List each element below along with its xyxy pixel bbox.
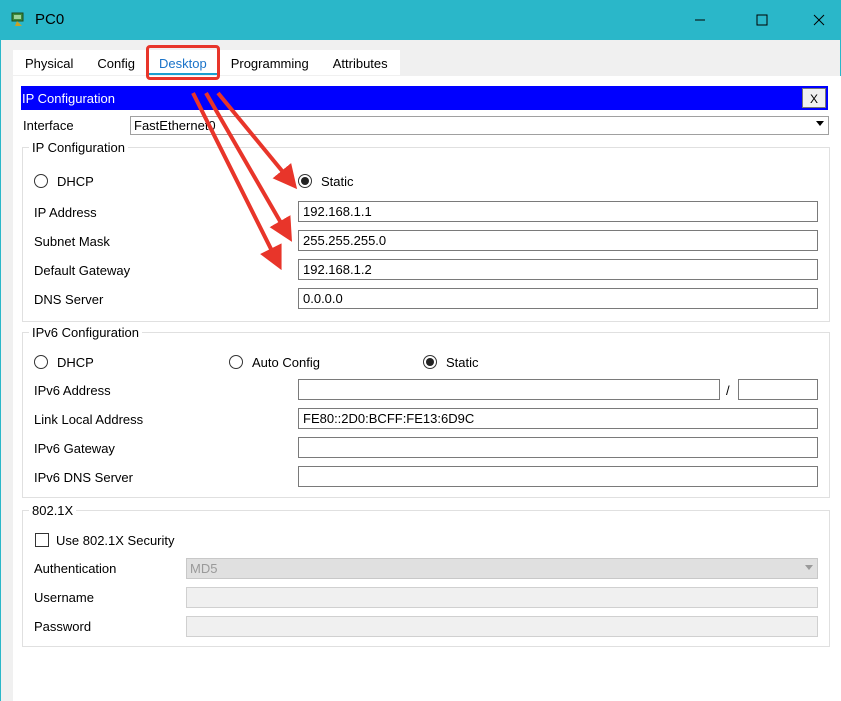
maximize-icon (756, 14, 768, 26)
dns-server-label: DNS Server (34, 292, 104, 307)
authentication-label: Authentication (34, 561, 117, 576)
ip-config-close-button[interactable]: X (802, 88, 826, 108)
link-local-label: Link Local Address (34, 412, 144, 427)
ipv4-static-label: Static (321, 174, 354, 189)
pc-app-icon (11, 12, 24, 26)
ip-config-header: IP Configuration X (21, 86, 828, 110)
title-bar: PC0 (0, 0, 841, 40)
password-label: Password (34, 619, 92, 634)
link-local-input[interactable]: FE80::2D0:BCFF:FE13:6D9C (298, 408, 818, 429)
password-input[interactable] (186, 616, 818, 637)
username-label: Username (34, 590, 94, 605)
ipv4-static-radio[interactable] (298, 174, 312, 188)
authentication-select-value: MD5 (190, 561, 218, 576)
ipv6-prefix-input[interactable] (738, 379, 818, 400)
username-input[interactable] (186, 587, 818, 608)
ipv6-prefix-separator: / (726, 383, 730, 398)
ipv6-address-input[interactable] (298, 379, 720, 400)
authentication-select[interactable]: MD5 (186, 558, 818, 579)
dns-server-input[interactable]: 0.0.0.0 (298, 288, 818, 309)
interface-select[interactable]: FastEthernet0 (130, 116, 829, 135)
tab-programming[interactable]: Programming (219, 50, 321, 75)
interface-label: Interface (23, 118, 74, 133)
chevron-down-icon (805, 565, 813, 570)
ipv6-dhcp-label: DHCP (57, 355, 94, 370)
ipv4-dhcp-label: DHCP (57, 174, 94, 189)
dot1x-legend: 802.1X (32, 503, 74, 518)
ipv4-legend: IP Configuration (32, 140, 125, 155)
default-gateway-input[interactable]: 192.168.1.2 (298, 259, 818, 280)
subnet-mask-label: Subnet Mask (34, 234, 110, 249)
ipv6-gateway-label: IPv6 Gateway (34, 441, 115, 456)
subnet-mask-input[interactable]: 255.255.255.0 (298, 230, 818, 251)
tab-physical[interactable]: Physical (13, 50, 85, 75)
tab-attributes[interactable]: Attributes (321, 50, 400, 75)
use-8021x-checkbox[interactable] (35, 533, 49, 547)
ipv4-dhcp-radio[interactable] (34, 174, 48, 188)
interface-select-value: FastEthernet0 (134, 118, 216, 133)
ipv6-gateway-input[interactable] (298, 437, 818, 458)
window-title: PC0 (35, 11, 65, 28)
ipv6-static-radio[interactable] (423, 355, 437, 369)
desktop-tab-highlight (146, 45, 220, 80)
ip-address-label: IP Address (34, 205, 97, 220)
tab-config[interactable]: Config (85, 50, 147, 75)
ipv6-legend: IPv6 Configuration (32, 325, 139, 340)
ip-address-input[interactable]: 192.168.1.1 (298, 201, 818, 222)
ipv6-address-label: IPv6 Address (34, 383, 111, 398)
ipv6-dns-input[interactable] (298, 466, 818, 487)
chevron-down-icon (816, 121, 824, 126)
default-gateway-label: Default Gateway (34, 263, 131, 278)
ipv6-auto-config-radio[interactable] (229, 355, 243, 369)
ipv6-static-label: Static (446, 355, 479, 370)
ipv6-dhcp-radio[interactable] (34, 355, 48, 369)
minimize-icon (695, 19, 705, 21)
use-8021x-label: Use 802.1X Security (56, 533, 175, 548)
close-button[interactable] (799, 4, 839, 36)
minimize-button[interactable] (680, 4, 720, 36)
close-icon (813, 14, 825, 26)
ip-config-header-title: IP Configuration (22, 91, 115, 106)
ipv6-dns-label: IPv6 DNS Server (34, 470, 133, 485)
maximize-button[interactable] (742, 4, 782, 36)
ipv6-auto-config-label: Auto Config (252, 355, 320, 370)
